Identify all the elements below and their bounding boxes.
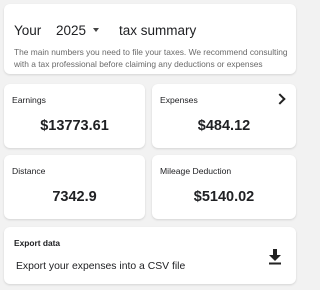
earnings-value: $13773.61	[40, 118, 109, 134]
expenses-value: $484.12	[197, 118, 251, 134]
title-suffix: tax summary	[119, 22, 197, 38]
export-data-card[interactable]: Export data Export your expenses into a …	[4, 227, 296, 284]
export-data-title: Export data	[14, 238, 61, 248]
chevron-right-icon[interactable]	[274, 93, 286, 105]
mileage-deduction-card: Mileage Deduction $5140.02	[152, 155, 296, 219]
mileage-deduction-label: Mileage Deduction	[160, 166, 232, 176]
distance-label: Distance	[12, 166, 46, 176]
header-description: The main numbers you need to file your t…	[14, 47, 288, 69]
export-description: Export your expenses into a CSV file	[16, 261, 186, 272]
expenses-card[interactable]: Expenses $484.12	[152, 84, 296, 148]
year-select[interactable]: 2025	[56, 23, 119, 38]
tax-summary-header: Your 2025 tax summary The main numbers y…	[4, 4, 296, 74]
earnings-card: Earnings $13773.61	[4, 84, 145, 148]
distance-card: Distance 7342.9	[4, 155, 145, 219]
earnings-label: Earnings	[12, 95, 46, 105]
distance-value: 7342.9	[52, 189, 97, 205]
title-prefix: Your	[14, 22, 42, 38]
expenses-label: Expenses	[160, 95, 198, 105]
year-value: 2025	[56, 22, 87, 38]
title-row: Your 2025 tax summary	[14, 21, 196, 39]
mileage-deduction-value: $5140.02	[193, 189, 255, 205]
download-icon[interactable]	[268, 249, 282, 265]
dropdown-caret-icon	[93, 28, 99, 32]
